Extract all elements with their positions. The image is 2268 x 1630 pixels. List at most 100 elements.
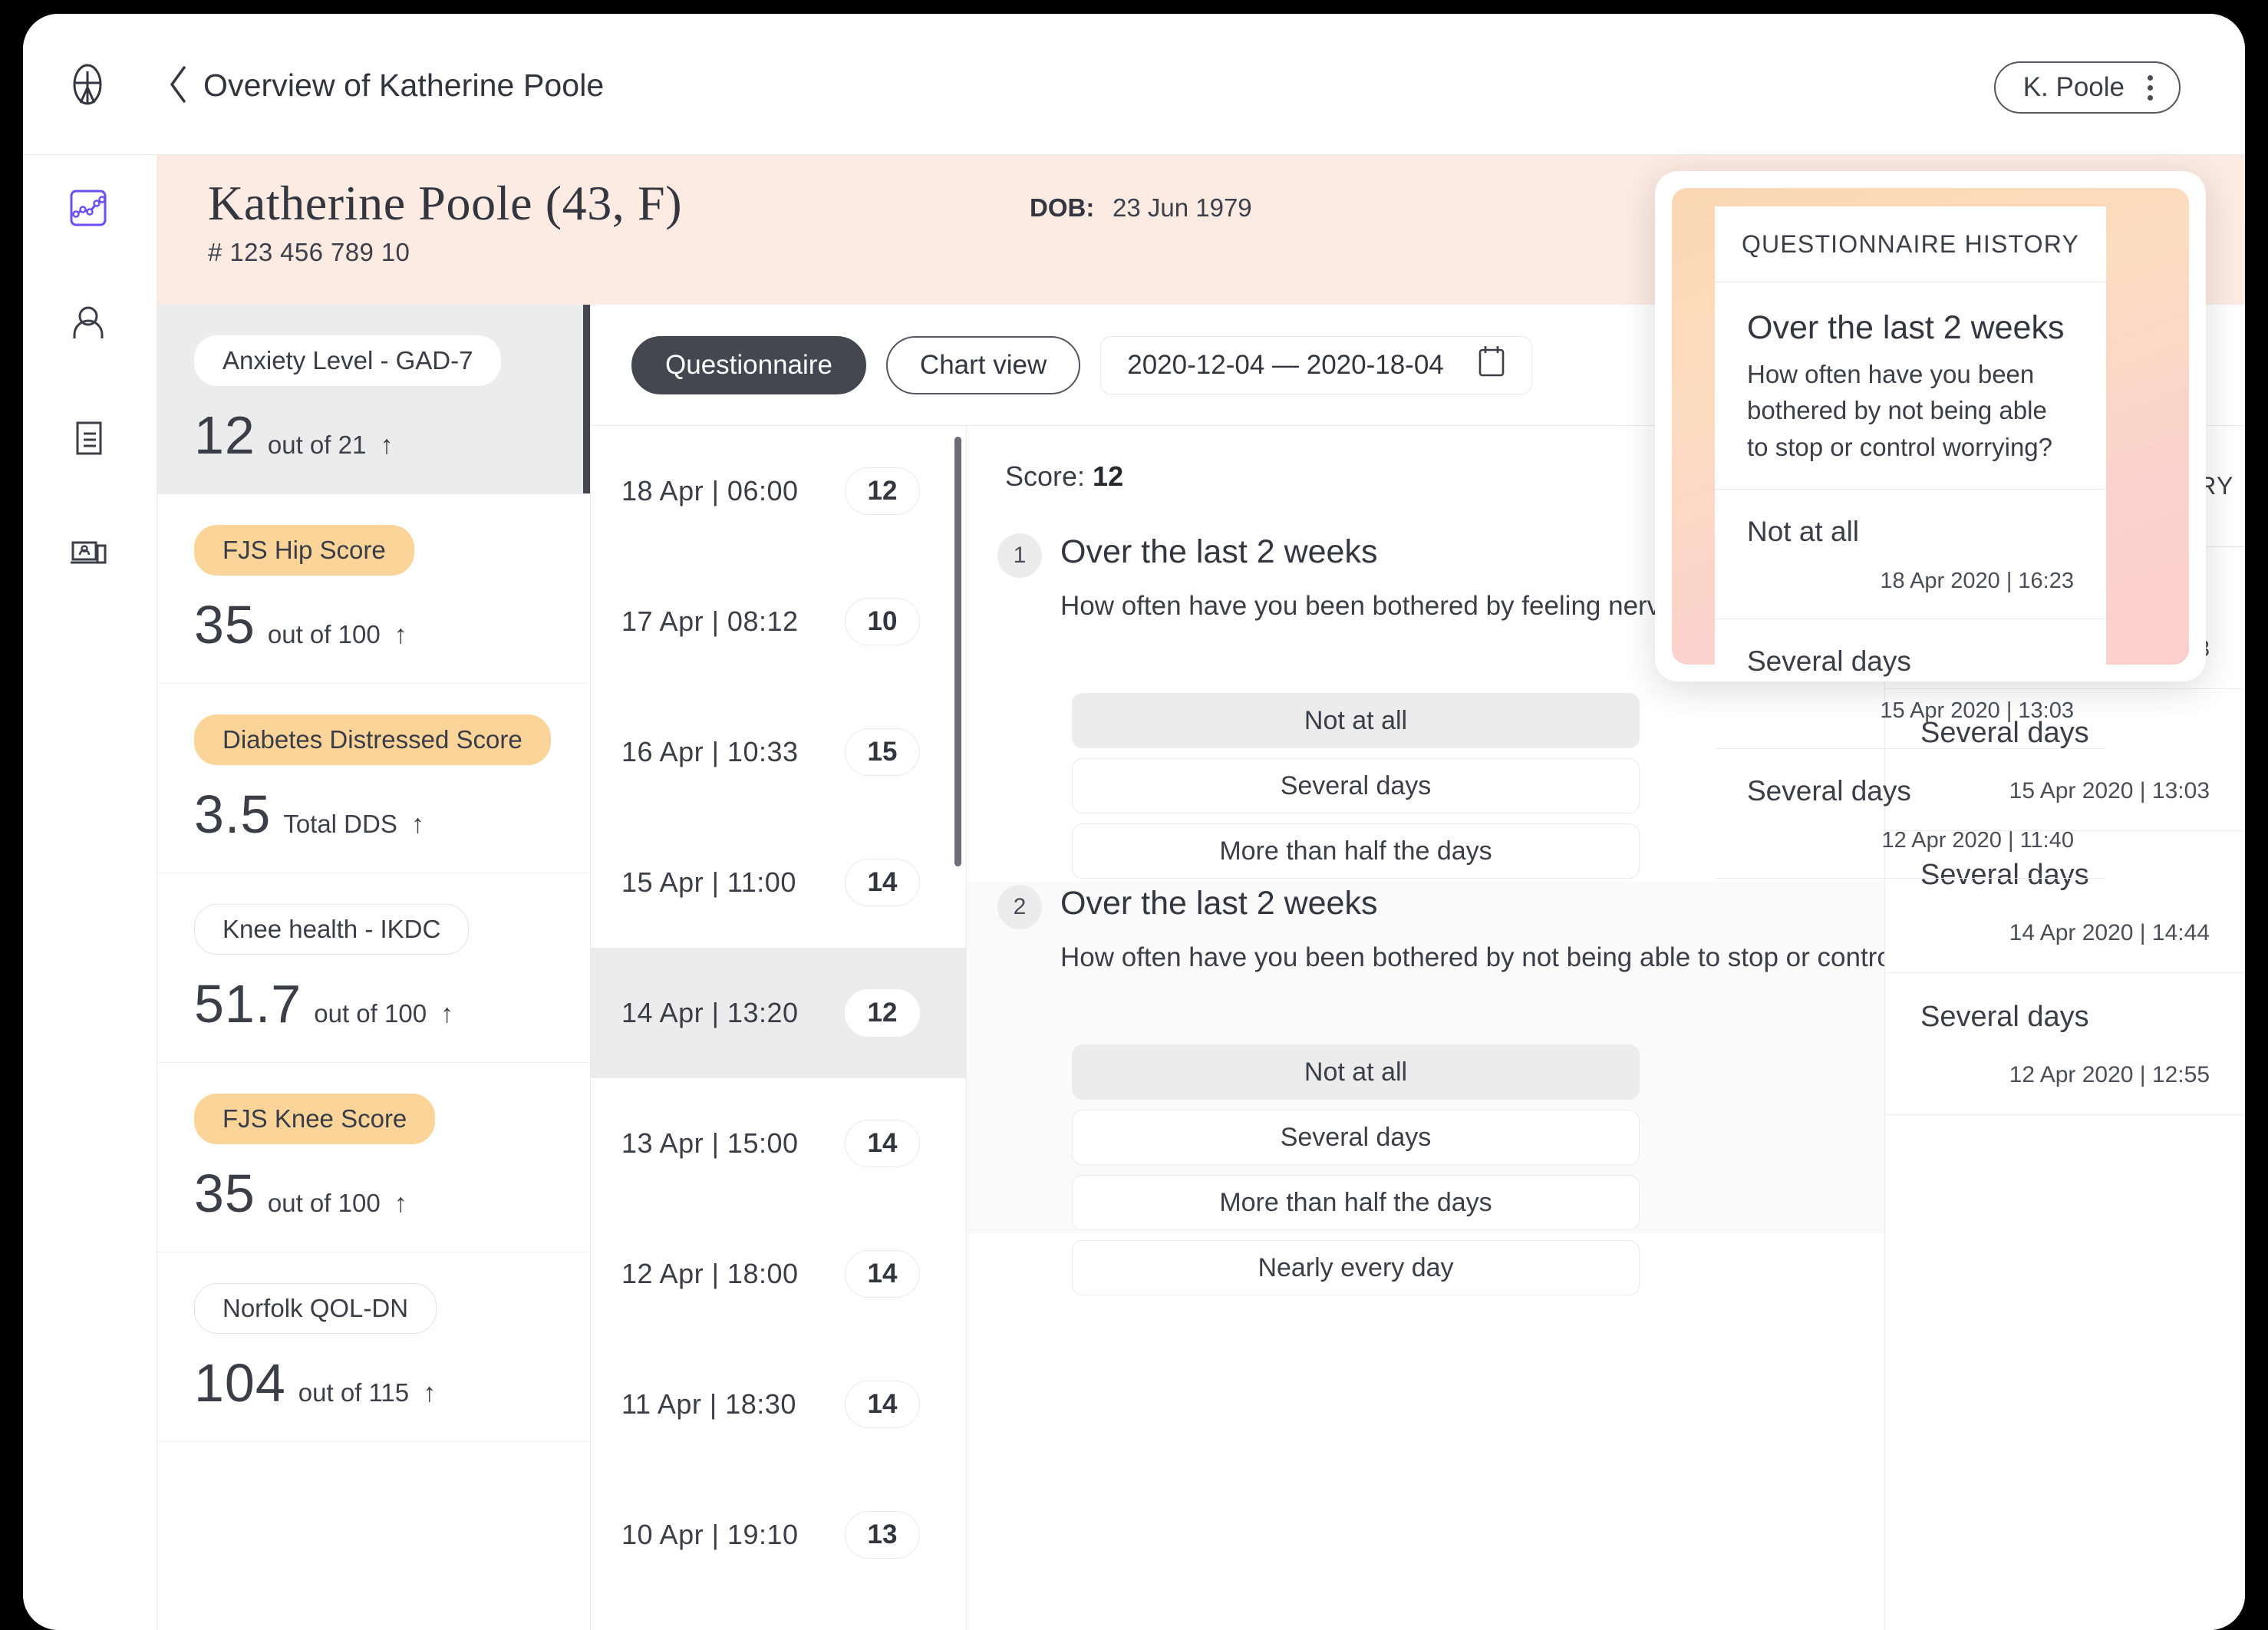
- status-badge: 12: [845, 467, 920, 515]
- question-number: 2: [997, 885, 1042, 929]
- list-item[interactable]: 17 Apr | 08:12 10: [591, 556, 966, 687]
- answer-option[interactable]: Nearly every day: [1072, 1240, 1640, 1295]
- dob-value: 23 Jun 1979: [1113, 193, 1252, 222]
- score-name-pill: Diabetes Distressed Score: [194, 714, 551, 765]
- back-chevron-icon[interactable]: [166, 61, 192, 107]
- answer-option[interactable]: More than half the days: [1072, 1175, 1640, 1230]
- question-title: Over the last 2 weeks: [1060, 533, 1378, 570]
- history-item[interactable]: Several days 12 Apr 2020 | 12:55: [1885, 973, 2245, 1115]
- list-item[interactable]: 14 Apr | 13:20 12: [591, 948, 966, 1078]
- list-item[interactable]: 16 Apr | 10:33 15: [591, 687, 966, 817]
- date-label: 10 Apr | 19:10: [621, 1519, 799, 1550]
- questionnaire-date-list[interactable]: 18 Apr | 06:00 12 17 Apr | 08:12 10 16 Apr |…: [591, 425, 967, 1630]
- date-label: 16 Apr | 10:33: [621, 736, 799, 767]
- list-item[interactable]: 15 Apr | 11:00 14: [591, 817, 966, 948]
- document-icon: [67, 417, 110, 464]
- trend-up-icon: ↑: [440, 999, 454, 1028]
- patient-id: # 123 456 789 10: [208, 238, 410, 266]
- datelist-scrollbar[interactable]: [954, 437, 961, 866]
- tablet-device-frame: Overview of Katherine Poole K. Poole Kat…: [0, 0, 2268, 1630]
- list-item[interactable]: 12 Apr | 18:00 14: [591, 1209, 966, 1339]
- popup-question-text: How often have you been bothered by not …: [1747, 359, 2053, 462]
- popup-question: Over the last 2 weeks How often have you…: [1715, 282, 2106, 490]
- score-card[interactable]: Norfolk QOL-DN 104 out of 115 ↑: [157, 1252, 590, 1442]
- trend-up-icon: ↑: [410, 810, 424, 839]
- score-name-pill: Norfolk QOL-DN: [194, 1283, 437, 1334]
- status-badge: 14: [845, 1381, 920, 1428]
- score-unit: out of 115: [298, 1378, 410, 1407]
- score-row: 35 out of 100 ↑: [194, 594, 553, 655]
- score-card[interactable]: FJS Hip Score 35 out of 100 ↑: [157, 494, 590, 684]
- trend-up-icon: ↑: [380, 431, 394, 460]
- popup-title: QUESTIONNAIRE HISTORY: [1715, 206, 2106, 282]
- question-number: 1: [997, 533, 1042, 578]
- status-badge: 14: [845, 859, 920, 906]
- date-label: 17 Apr | 08:12: [621, 605, 799, 637]
- user-menu-button[interactable]: K. Poole: [1993, 61, 2181, 114]
- person-icon: [67, 302, 110, 348]
- list-item[interactable]: 13 Apr | 15:00 14: [591, 1078, 966, 1209]
- sidebar-item-analytics[interactable]: [61, 183, 115, 236]
- brand-logo-icon[interactable]: [65, 62, 110, 107]
- history-timestamp: 14 Apr 2020 | 14:44: [2009, 920, 2210, 945]
- score-value: 51.7: [194, 974, 302, 1034]
- status-badge: 14: [845, 1120, 920, 1167]
- score-value: 3.5: [194, 784, 272, 844]
- score-card[interactable]: Knee health - IKDC 51.7 out of 100 ↑: [157, 873, 590, 1063]
- status-badge: 14: [845, 1250, 920, 1298]
- score-row: 12 out of 21 ↑: [194, 404, 553, 466]
- page-title: Katherine Poole (43, F): [208, 176, 683, 230]
- kebab-menu-icon[interactable]: [2148, 74, 2153, 101]
- sidebar-item-telehealth[interactable]: [61, 528, 115, 582]
- answer-option[interactable]: Not at all: [1072, 1044, 1640, 1100]
- tab-chart-view[interactable]: Chart view: [885, 335, 1081, 394]
- score-name-pill: Anxiety Level - GAD-7: [194, 335, 502, 386]
- scores-sidebar[interactable]: Anxiety Level - GAD-7 12 out of 21 ↑ FJS Hip…: [157, 305, 591, 1630]
- user-name-label: K. Poole: [2022, 72, 2125, 102]
- popup-card: QUESTIONNAIRE HISTORY Over the last 2 we…: [1715, 206, 2106, 879]
- popup-history-answer: Several days: [1747, 645, 1911, 678]
- trend-up-icon: ↑: [394, 1189, 407, 1218]
- popup-history-item[interactable]: Not at all 18 Apr 2020 | 16:23: [1715, 490, 2106, 620]
- date-range-picker[interactable]: 2020-12-04 — 2020-18-04: [1100, 335, 1532, 394]
- score-prefix: Score:: [1005, 460, 1093, 492]
- questionnaire-history-popup[interactable]: QUESTIONNAIRE HISTORY Over the last 2 we…: [1655, 171, 2206, 879]
- popup-history-timestamp: 18 Apr 2020 | 16:23: [1880, 569, 2074, 594]
- score-row: 3.5 Total DDS ↑: [194, 784, 553, 845]
- score-unit: out of 100: [267, 620, 381, 648]
- popup-history-timestamp: 15 Apr 2020 | 13:03: [1880, 698, 2074, 724]
- score-unit: out of 100: [267, 1189, 381, 1217]
- score-name-pill: FJS Knee Score: [194, 1094, 436, 1144]
- history-timestamp: 12 Apr 2020 | 12:55: [2009, 1062, 2210, 1087]
- answer-option[interactable]: Several days: [1072, 758, 1640, 813]
- tab-questionnaire[interactable]: Questionnaire: [631, 335, 866, 394]
- list-item[interactable]: 18 Apr | 06:00 12: [591, 426, 966, 556]
- status-badge: 12: [845, 989, 920, 1037]
- chart-trend-icon: [67, 186, 110, 233]
- sidebar-item-patient[interactable]: [61, 298, 115, 351]
- list-item[interactable]: 10 Apr | 19:10 13: [591, 1470, 966, 1600]
- list-item[interactable]: 11 Apr | 18:30 14: [591, 1339, 966, 1470]
- list-item[interactable]: 09 Apr | 15:0012: [591, 1600, 966, 1630]
- answer-option[interactable]: Several days: [1072, 1110, 1640, 1165]
- score-row: 35 out of 100 ↑: [194, 1163, 553, 1224]
- date-label: 12 Apr | 18:00: [621, 1258, 799, 1289]
- answer-option[interactable]: Not at all: [1072, 693, 1640, 748]
- popup-history-item[interactable]: Several days 12 Apr 2020 | 11:40: [1715, 749, 2106, 879]
- score-value: 12: [1093, 460, 1124, 492]
- score-unit: out of 100: [314, 999, 427, 1028]
- score-card[interactable]: Anxiety Level - GAD-7 12 out of 21 ↑: [157, 305, 590, 494]
- sidebar-item-documents[interactable]: [61, 413, 115, 467]
- score-value: 12: [194, 405, 255, 465]
- popup-question-title: Over the last 2 weeks: [1747, 309, 2065, 346]
- nav-rail: [23, 155, 157, 1630]
- calendar-icon[interactable]: [1476, 344, 1507, 386]
- answer-option[interactable]: More than half the days: [1072, 823, 1640, 879]
- status-badge: 10: [845, 598, 920, 645]
- score-card[interactable]: Diabetes Distressed Score 3.5 Total DDS ↑: [157, 684, 590, 873]
- popup-history-answer: Not at all: [1747, 516, 1860, 548]
- score-name-pill: Knee health - IKDC: [194, 904, 470, 955]
- score-card[interactable]: FJS Knee Score 35 out of 100 ↑: [157, 1063, 590, 1252]
- popup-history-item[interactable]: Several days 15 Apr 2020 | 13:03: [1715, 619, 2106, 750]
- popup-history-timestamp: 12 Apr 2020 | 11:40: [1881, 828, 2074, 853]
